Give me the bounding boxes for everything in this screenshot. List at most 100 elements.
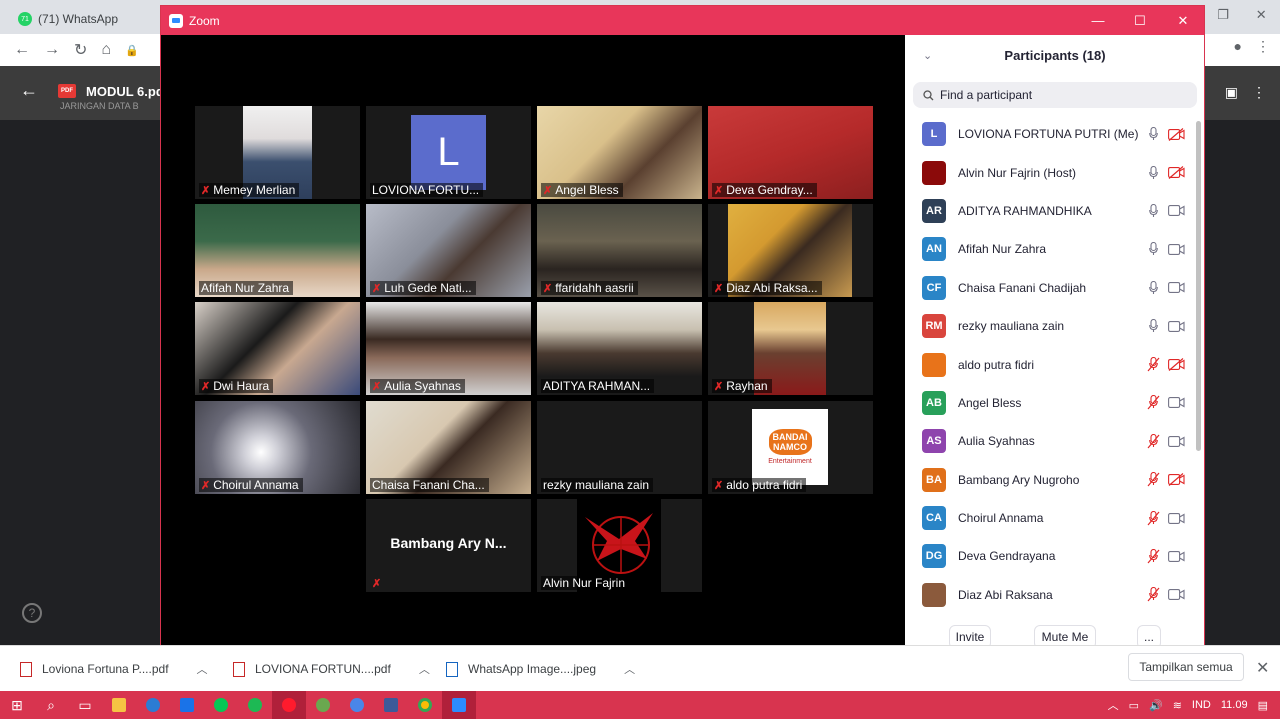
pdf-more-icon[interactable]: ⋮ <box>1252 84 1266 101</box>
video-tile[interactable]: ✗ Luh Gede Nati... <box>366 204 531 297</box>
video-tile[interactable]: ✗ Rayhan <box>708 302 873 395</box>
microphone-muted-icon[interactable] <box>1146 510 1160 526</box>
video-tile[interactable]: Bambang Ary N... ✗ <box>366 499 531 592</box>
participant-row[interactable]: CF Chaisa Fanani Chadijah <box>905 269 1195 307</box>
video-tile[interactable]: Chaisa Fanani Cha... <box>366 401 531 494</box>
chrome-icon[interactable] <box>408 691 442 719</box>
video-camera-off-icon[interactable] <box>1167 166 1185 180</box>
restore-icon[interactable]: ❐ <box>1217 7 1229 23</box>
forward-icon[interactable]: → <box>44 41 60 59</box>
participant-row[interactable]: RM rezky mauliana zain <box>905 307 1195 345</box>
close-button[interactable]: ✕ <box>1161 6 1205 35</box>
participant-row[interactable]: AS Aulia Syahnas <box>905 422 1195 460</box>
video-tile[interactable]: Alvin Nur Fajrin <box>537 499 702 592</box>
wifi-icon[interactable]: ≋ <box>1173 699 1182 712</box>
participant-row[interactable]: L LOVIONA FORTUNA PUTRI (Me) <box>905 115 1195 153</box>
show-all-downloads-button[interactable]: Tampilkan semua <box>1128 653 1244 681</box>
download-item[interactable]: Loviona Fortuna P....pdf ︿ <box>20 646 208 692</box>
edge-icon[interactable] <box>136 691 170 719</box>
microphone-icon[interactable] <box>1146 241 1160 257</box>
video-camera-off-icon[interactable] <box>1167 473 1185 487</box>
video-tile[interactable]: ✗ Dwi Haura <box>195 302 360 395</box>
chevron-up-icon[interactable]: ︿ <box>419 661 430 677</box>
mail-icon[interactable] <box>170 691 204 719</box>
participant-row[interactable]: AR ADITYA RAHMANDHIKA <box>905 192 1195 230</box>
app-icon[interactable] <box>374 691 408 719</box>
pdf-back-icon[interactable]: ← <box>20 80 38 101</box>
maximize-button[interactable]: ☐ <box>1118 6 1162 35</box>
microphone-icon[interactable] <box>1146 280 1160 296</box>
video-tile[interactable]: ✗ Memey Merlian <box>195 106 360 199</box>
minimize-button[interactable]: — <box>1076 6 1120 35</box>
notification-icon[interactable]: ▤ <box>1258 699 1268 712</box>
participant-search-input[interactable]: Find a participant <box>913 82 1197 108</box>
participant-row[interactable]: AB Angel Bless <box>905 384 1195 422</box>
microphone-muted-icon[interactable] <box>1146 395 1160 411</box>
participant-row[interactable]: BA Bambang Ary Nugroho <box>905 461 1195 499</box>
video-camera-icon[interactable] <box>1167 588 1185 602</box>
file-explorer-icon[interactable] <box>102 691 136 719</box>
close-icon[interactable]: ✕ <box>1256 7 1267 23</box>
video-tile[interactable]: ✗ ffaridahh aasrii <box>537 204 702 297</box>
video-camera-icon[interactable] <box>1167 242 1185 256</box>
print-icon[interactable]: ▣ <box>1225 84 1238 101</box>
download-item[interactable]: WhatsApp Image....jpeg ︿ <box>446 646 635 692</box>
participant-row[interactable]: Diaz Abi Raksana <box>905 576 1195 614</box>
video-camera-icon[interactable] <box>1167 549 1185 563</box>
chevron-up-icon[interactable]: ︿ <box>624 661 635 677</box>
participant-row[interactable]: CA Choirul Annama <box>905 499 1195 537</box>
video-camera-icon[interactable] <box>1167 204 1185 218</box>
participant-row[interactable]: aldo putra fidri <box>905 345 1195 383</box>
spotify-icon[interactable] <box>238 691 272 719</box>
video-tile[interactable]: BANDAI NAMCO Entertainment ✗ aldo putra f… <box>708 401 873 494</box>
browser-tab-whatsapp[interactable]: 71 (71) WhatsApp <box>8 4 158 34</box>
video-camera-icon[interactable] <box>1167 319 1185 333</box>
microphone-icon[interactable] <box>1146 126 1160 142</box>
microphone-icon[interactable] <box>1146 318 1160 334</box>
video-tile[interactable]: ✗ Aulia Syahnas <box>366 302 531 395</box>
battery-icon[interactable]: ▭ <box>1129 699 1139 712</box>
search-icon[interactable]: ⌕ <box>34 691 68 719</box>
microphone-muted-icon[interactable] <box>1146 472 1160 488</box>
zoom-taskbar-icon[interactable] <box>442 691 476 719</box>
video-camera-icon[interactable] <box>1167 511 1185 525</box>
video-camera-icon[interactable] <box>1167 434 1185 448</box>
video-tile[interactable]: ✗ Diaz Abi Raksa... <box>708 204 873 297</box>
video-tile[interactable]: rezky mauliana zain <box>537 401 702 494</box>
line-icon[interactable] <box>204 691 238 719</box>
profile-avatar-icon[interactable]: ● <box>1234 38 1242 55</box>
microphone-muted-icon[interactable] <box>1146 433 1160 449</box>
participant-row[interactable]: Alvin Nur Fajrin (Host) <box>905 153 1195 191</box>
app-icon[interactable] <box>306 691 340 719</box>
home-icon[interactable]: ⌂ <box>101 41 111 59</box>
app-icon[interactable] <box>340 691 374 719</box>
reload-icon[interactable]: ↻ <box>74 40 87 60</box>
microphone-muted-icon[interactable] <box>1146 357 1160 373</box>
video-tile[interactable]: ✗ Angel Bless <box>537 106 702 199</box>
opera-icon[interactable] <box>272 691 306 719</box>
language-indicator[interactable]: IND <box>1192 699 1211 711</box>
video-tile-active-speaker[interactable]: Afifah Nur Zahra <box>195 204 360 297</box>
participant-row[interactable]: DG Deva Gendrayana <box>905 537 1195 575</box>
clock[interactable]: 11.09 <box>1221 699 1248 711</box>
windows-start-icon[interactable]: ⊞ <box>0 691 34 719</box>
video-tile[interactable]: ✗ Deva Gendray... <box>708 106 873 199</box>
video-tile[interactable]: ✗ Choirul Annama <box>195 401 360 494</box>
chevron-up-icon[interactable]: ︿ <box>1108 697 1119 713</box>
close-icon[interactable]: ✕ <box>1256 658 1269 678</box>
task-view-icon[interactable]: ▭ <box>68 691 102 719</box>
video-camera-icon[interactable] <box>1167 281 1185 295</box>
help-icon[interactable]: ? <box>22 603 42 623</box>
scroll-thumb[interactable] <box>1196 121 1201 451</box>
menu-dots-icon[interactable]: ⋮ <box>1256 38 1270 55</box>
chevron-up-icon[interactable]: ︿ <box>197 661 208 677</box>
participant-row[interactable]: AN Afifah Nur Zahra <box>905 230 1195 268</box>
microphone-icon[interactable] <box>1146 203 1160 219</box>
microphone-muted-icon[interactable] <box>1146 548 1160 564</box>
download-item[interactable]: LOVIONA FORTUN....pdf ︿ <box>233 646 430 692</box>
microphone-muted-icon[interactable] <box>1146 587 1160 603</box>
volume-icon[interactable]: 🔊 <box>1149 699 1163 712</box>
video-camera-off-icon[interactable] <box>1167 358 1185 372</box>
video-tile[interactable]: L LOVIONA FORTU... <box>366 106 531 199</box>
participant-list-scrollbar[interactable] <box>1196 117 1201 597</box>
